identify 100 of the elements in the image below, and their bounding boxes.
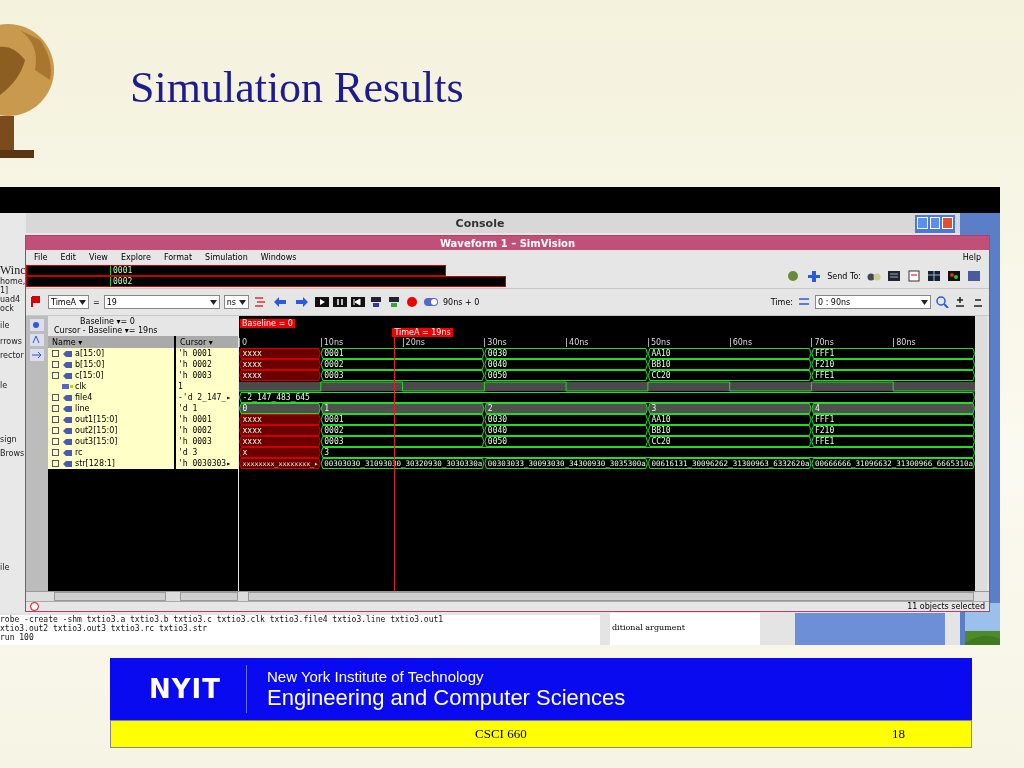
horizontal-scrollbar[interactable] [180,592,238,601]
wave-segment: 0002 [320,425,485,436]
record-icon[interactable] [405,296,419,308]
step-icon[interactable] [387,296,401,308]
signal-name[interactable]: b[15:0] [75,360,105,369]
expand-icon[interactable] [52,350,59,357]
marker-dropdown[interactable]: TimeA [48,295,90,309]
menu-item[interactable]: Explore [120,252,151,262]
column-header[interactable]: Cursor ▾ [176,336,238,348]
play-icon[interactable] [315,296,329,308]
wave-segment: xxxx [239,436,321,447]
maximize-button[interactable] [929,217,941,229]
wave-segment: 0002 [320,359,485,370]
wave-segment: 2 [484,403,648,414]
unit-dropdown[interactable]: ns [223,295,249,309]
wave-segment: xxxx [239,359,321,370]
signal-name[interactable]: file4 [75,393,93,402]
signal-name[interactable]: line [75,404,90,413]
stop-icon[interactable] [30,602,39,611]
expand-icon[interactable] [52,438,59,445]
time-tick: 10ns [320,338,344,347]
wave-segment: F210 [811,425,975,436]
menu-item[interactable]: Format [163,252,193,262]
send-to-label: Send To: [827,271,861,281]
menu-item[interactable]: Edit [60,252,76,262]
right-arrow-icon[interactable] [293,296,311,308]
signal-name[interactable]: clk [75,382,87,391]
caret-icon[interactable] [79,298,87,306]
cursor-info: Cursor - Baseline ▾= 19ns [54,326,159,335]
time-field[interactable]: 19 [103,295,220,309]
plus-icon[interactable] [807,270,822,282]
expand-icon[interactable] [52,416,59,423]
time-tick: 50ns [647,338,671,347]
wave-segment: FFE1 [811,370,975,381]
expand-icon[interactable] [52,372,59,379]
wave-segment: CC20 [647,370,812,381]
time-tick: 60ns [729,338,753,347]
vertical-scrollbar[interactable] [975,316,987,591]
signal-name[interactable]: c[15:0] [75,371,104,380]
rewind-icon[interactable] [351,296,365,308]
pause-icon[interactable] [333,296,347,308]
document-icon[interactable] [907,270,921,282]
caret-icon[interactable] [921,298,928,306]
expand-icon[interactable] [52,394,59,401]
menu-item[interactable]: Help [962,252,981,262]
time-tick: 40ns [566,338,589,347]
cursor-value: 1 [178,382,183,391]
window-text: ock [0,304,14,313]
time-tick: 80ns [893,338,916,347]
window-text: ile [0,563,10,572]
schematic-icon[interactable] [947,270,961,282]
institute-name: New York Institute of Technology [267,667,485,685]
menu-item[interactable]: File [34,252,48,262]
wave-segment: BB10 [647,425,812,436]
simulation-time: 90ns + 0 [443,297,480,307]
wave-segment: CC20 [647,436,812,447]
window-title: Waveform 1 – SimVision [439,237,576,249]
menu-item[interactable]: Windows [260,252,297,262]
arrow-tool-icon[interactable] [30,349,44,361]
expand-icon[interactable] [52,449,59,456]
wave-segment: 0030 [484,414,648,425]
marker-delete-icon[interactable] [253,296,267,308]
toggle-icon[interactable] [423,296,439,308]
signal-tool-icon[interactable] [30,334,44,346]
expand-icon[interactable] [52,361,59,368]
horizontal-scrollbar[interactable] [248,592,974,601]
wave-segment: xxxx [239,414,321,425]
close-button[interactable] [942,217,953,229]
zoom-out-icon[interactable] [971,296,985,308]
time-range-field[interactable]: 0 : 90ns [815,295,931,309]
register-icon[interactable] [967,270,981,282]
wave-segment: xxxx [239,425,321,436]
cursor-tool-icon[interactable] [30,319,44,331]
expand-icon[interactable] [52,460,59,467]
caret-icon[interactable] [239,298,246,306]
wave-segment: BB10 [647,359,812,370]
step-icon[interactable] [369,296,383,308]
window-text: ile [0,321,10,330]
search-icon[interactable] [935,296,949,308]
expand-icon[interactable] [52,405,59,412]
wave-segment: 0040 [484,425,648,436]
horizontal-scrollbar[interactable] [54,592,166,601]
zoom-in-icon[interactable] [953,296,967,308]
log-line: robe -create -shm txtio3.a txtio3.b txtio3.c txtio3.clk txtio3.file4 txtio3.line txtio3.out1 [0,615,445,624]
expand-icon[interactable] [52,427,59,434]
status-text: 11 objects selected [907,602,985,611]
signal-name[interactable]: rc [75,448,83,457]
menu-item[interactable]: Simulation [205,252,248,262]
minimize-button[interactable] [917,217,928,229]
table-icon[interactable] [927,270,941,282]
zoom-range-icon[interactable] [797,296,811,308]
menu-item[interactable]: View [88,252,108,262]
cursor-value: 'd 1 [178,404,198,413]
signal-name[interactable]: a[15:0] [75,349,105,358]
cursor-line[interactable] [394,336,396,591]
grid-icon[interactable] [887,270,901,282]
caret-icon[interactable] [209,298,217,306]
column-header[interactable]: Name ▾ [48,336,174,348]
wave-segment: AA10 [647,348,812,359]
time-tick: 20ns [402,338,425,347]
